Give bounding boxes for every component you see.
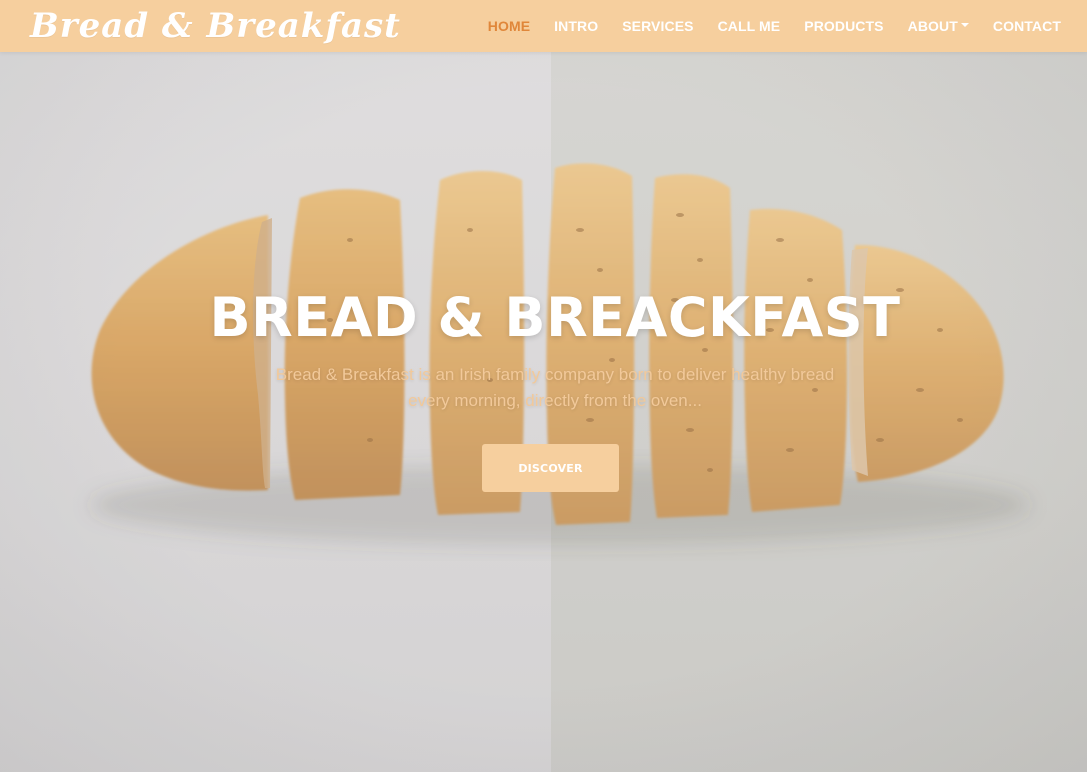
nav-item-products[interactable]: PRODUCTS [792, 18, 895, 34]
page: Bread & Breakfast HOME INTRO SERVICES CA… [0, 0, 1087, 772]
hero-title: BREAD & BREACKFAST [209, 286, 901, 349]
hero-subtitle: Bread & Breakfast is an Irish family com… [275, 365, 835, 410]
nav-item-intro[interactable]: INTRO [542, 18, 610, 34]
navbar: Bread & Breakfast HOME INTRO SERVICES CA… [0, 0, 1087, 52]
brand-logo[interactable]: Bread & Breakfast [30, 6, 401, 46]
nav-item-services[interactable]: SERVICES [610, 18, 705, 34]
nav-item-contact[interactable]: CONTACT [981, 18, 1073, 34]
caret-down-icon [960, 23, 969, 28]
nav-item-about-label: ABOUT [907, 18, 958, 34]
discover-button[interactable]: DISCOVER [482, 444, 619, 492]
nav-item-about[interactable]: ABOUT [896, 18, 981, 34]
nav-item-call-me[interactable]: CALL ME [706, 18, 793, 34]
nav-item-home[interactable]: HOME [476, 18, 542, 34]
hero: BREAD & BREACKFAST Bread & Breakfast is … [0, 0, 1087, 772]
nav-menu: HOME INTRO SERVICES CALL ME PRODUCTS ABO… [476, 18, 1073, 34]
